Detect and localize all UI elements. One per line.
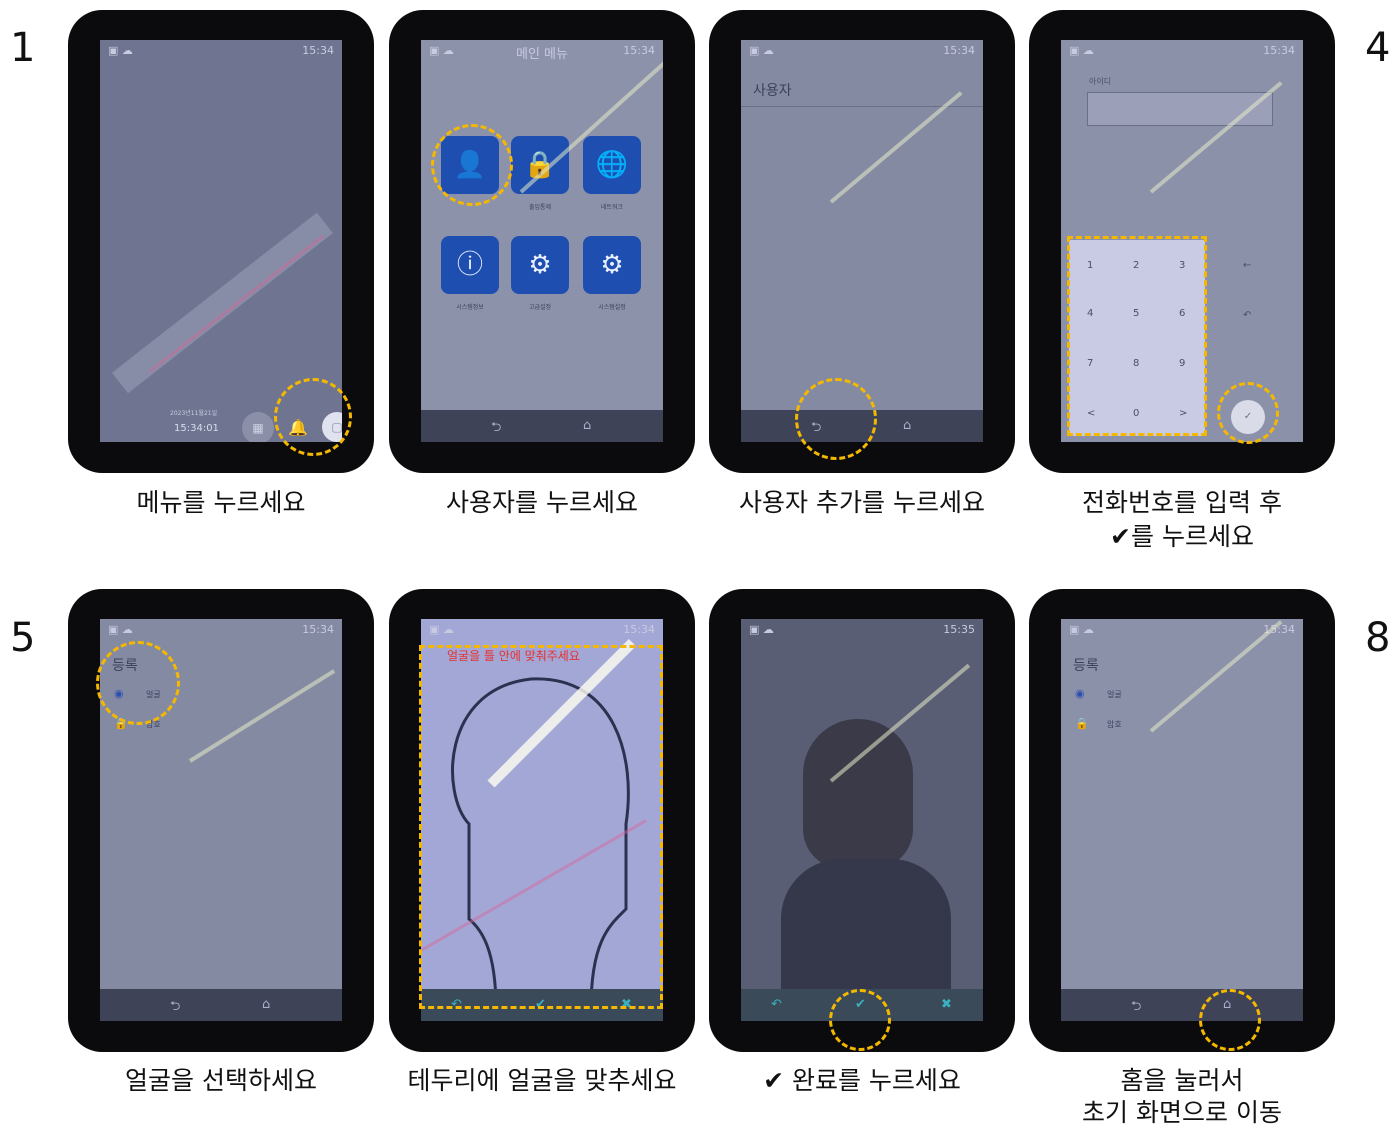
status-time: 15:34 [302, 44, 334, 57]
status-time: 15:34 [623, 44, 655, 57]
highlight-face-frame [419, 645, 663, 1009]
caption-step-2: 사용자를 누르세요 [446, 488, 638, 517]
caption-step-4-line-1: 전화번호를 입력 후 [1082, 488, 1282, 517]
screen-title: 사용자 [753, 83, 792, 99]
highlight-keypad [1067, 236, 1207, 436]
network-label: 네트워크 [600, 204, 624, 211]
home-icon[interactable]: ⌂ [903, 418, 911, 433]
highlight-face-option [96, 641, 180, 725]
highlight-add-user-button [795, 378, 877, 460]
device-step-3: ▣ ☁ 15:34 사용자 👤+ ☰ ⮌ ⌂ [709, 10, 1015, 473]
home-icon[interactable]: ⌂ [262, 997, 270, 1012]
step-number-1: 1 [10, 25, 36, 71]
status-icons: ▣ ☁ [108, 44, 133, 57]
screen-face-capture: ▣ ☁ 15:35 ↶ ✔ ✖ [741, 619, 983, 1021]
undo-icon[interactable]: ↶ [771, 997, 782, 1012]
caption-step-6: 테두리에 얼굴을 맞추세요 [407, 1066, 677, 1095]
device-step-8: ▣ ☁ 15:34 등록 ◉ 얼굴 🔒 암호 ⮌ ⌂ [1029, 589, 1335, 1052]
password-icon: 🔒 [1075, 717, 1089, 730]
device-step-7: ▣ ☁ 15:35 ↶ ✔ ✖ [709, 589, 1015, 1052]
screen-register-done: ▣ ☁ 15:34 등록 ◉ 얼굴 🔒 암호 ⮌ ⌂ [1061, 619, 1303, 1021]
device-step-5: ▣ ☁ 15:34 등록 ◉ 얼굴 🔒 암호 ⮌ ⌂ [68, 589, 374, 1052]
highlight-home-button [1199, 989, 1261, 1051]
highlight-check-button [829, 989, 891, 1051]
status-bar: ▣ ☁ 15:34 [741, 40, 983, 62]
screen-user-list: ▣ ☁ 15:34 사용자 👤+ ☰ ⮌ ⌂ [741, 40, 983, 442]
keypad-button[interactable]: ▦ [242, 412, 274, 442]
advanced-settings-tile[interactable]: ⚙ [511, 236, 569, 294]
backspace-key[interactable]: ← [1243, 260, 1251, 271]
caption-step-4-line-2: ✔를 누르세요 [1110, 522, 1254, 551]
status-time: 15:34 [943, 44, 975, 57]
system-settings-label: 시스템설정 [598, 304, 626, 311]
access-control-tile[interactable]: 🔒 [511, 136, 569, 194]
status-icons: ▣ ☁ [1069, 623, 1094, 636]
screen-title: 등록 [1073, 658, 1099, 674]
status-icons: ▣ ☁ [749, 44, 774, 57]
status-bar: ▣ ☁ 메인 메뉴 15:34 [421, 40, 663, 62]
screen-glare [829, 91, 963, 204]
caption-step-5: 얼굴을 선택하세요 [125, 1066, 317, 1095]
back-icon[interactable]: ⮌ [1131, 997, 1141, 1019]
status-bar: ▣ ☁ 15:34 [100, 40, 342, 62]
step-number-8: 8 [1365, 615, 1391, 661]
caption-step-7: ✔ 완료를 누르세요 [763, 1066, 961, 1095]
caption-step-1: 메뉴를 누르세요 [136, 488, 306, 517]
nav-bar: ⮌ ⌂ [100, 989, 342, 1021]
camera-body-image [781, 859, 951, 999]
face-icon: ◉ [1075, 687, 1085, 700]
date-label: 2023년11월21일 [170, 410, 218, 417]
back-icon[interactable]: ⮌ [170, 997, 180, 1019]
status-icons: ▣ ☁ [749, 623, 774, 636]
advanced-settings-label: 고급설정 [528, 304, 552, 311]
nav-bar: ⮌ ⌂ [421, 410, 663, 442]
status-icons: ▣ ☁ [108, 623, 133, 636]
password-option[interactable]: 암호 [1107, 719, 1122, 730]
id-field-label: 아이디 [1089, 77, 1112, 86]
back-icon[interactable]: ⮌ [491, 418, 501, 440]
caption-step-8-line-2: 초기 화면으로 이동 [1082, 1098, 1282, 1127]
highlight-confirm-key [1217, 382, 1279, 444]
status-time: 15:34 [302, 623, 334, 636]
device-step-4: ▣ ☁ 15:34 아이디 1 2 3 4 5 6 7 8 9 < 0 > ← … [1029, 10, 1335, 473]
caption-step-8-line-1: 홈을 눌러서 [1120, 1066, 1244, 1095]
close-icon[interactable]: ✖ [941, 997, 952, 1012]
system-info-label: 시스템정보 [456, 304, 484, 311]
highlight-user-tile [431, 124, 513, 206]
undo-key[interactable]: ↶ [1243, 310, 1251, 321]
status-time: 15:34 [1263, 44, 1295, 57]
status-bar: ▣ ☁ 15:34 [1061, 40, 1303, 62]
clock-label: 15:34:01 [174, 423, 219, 434]
network-tile[interactable]: 🌐 [583, 136, 641, 194]
screen-glare-pink [149, 234, 325, 373]
status-time: 15:35 [943, 623, 975, 636]
screen-glare [111, 212, 333, 394]
highlight-menu-button [274, 378, 352, 456]
device-step-6: ▣ ☁ 15:34 얼굴을 틀 안에 맞춰주세요 ↶ ✔ ✖ [389, 589, 695, 1052]
camera-face-image [803, 719, 913, 869]
status-icons: ▣ ☁ [1069, 44, 1094, 57]
home-icon[interactable]: ⌂ [583, 418, 591, 433]
system-info-tile[interactable]: ⓘ [441, 236, 499, 294]
nav-bar: ⮌ ⌂ [1061, 989, 1303, 1021]
system-settings-tile[interactable]: ⚙ [583, 236, 641, 294]
status-bar: ▣ ☁ 15:34 [100, 619, 342, 641]
device-step-1: ▣ ☁ 15:34 2023년11월21일 15:34:01 ▦ 🔔 ▢ [68, 10, 374, 473]
step-number-5: 5 [10, 615, 36, 661]
device-step-2: ▣ ☁ 메인 메뉴 15:34 👤 🔒 🌐 출입통제 네트워크 ⓘ ⚙ ⚙ 시스… [389, 10, 695, 473]
caption-step-3: 사용자 추가를 누르세요 [739, 488, 985, 517]
step-number-4: 4 [1365, 25, 1391, 71]
status-bar: ▣ ☁ 15:35 [741, 619, 983, 641]
face-option[interactable]: 얼굴 [1107, 689, 1122, 700]
access-control-label: 출입통제 [528, 204, 552, 211]
screen-glare [188, 669, 336, 763]
screen-main-menu: ▣ ☁ 메인 메뉴 15:34 👤 🔒 🌐 출입통제 네트워크 ⓘ ⚙ ⚙ 시스… [421, 40, 663, 442]
